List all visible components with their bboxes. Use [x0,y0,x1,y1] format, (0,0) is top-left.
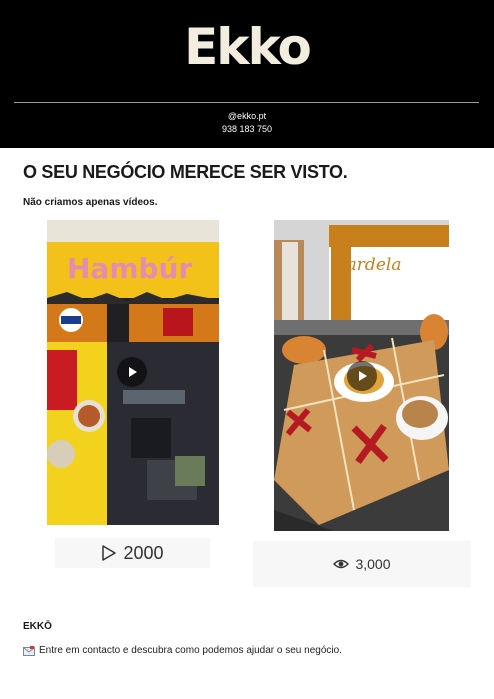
sign-text: Pardela [335,255,401,275]
brand-logo: Ekko [184,18,312,76]
video-stat-2: 3,000 [253,541,471,587]
page-subline: Não criamos apenas vídeos. [23,197,158,208]
play-icon [129,367,137,377]
footer-contact-text: Entre em contacto e descubra como podemo… [39,645,342,656]
view-count-2: 3,000 [355,556,391,572]
phone-number[interactable]: 938 183 750 [0,124,494,134]
video-stat-1: 2000 [55,538,210,568]
social-handle[interactable]: @ekko.pt [0,111,494,121]
footer-brand: EKKŌ [23,621,52,632]
view-count-1: 2000 [123,542,164,563]
header-banner: Ekko @ekko.pt 938 183 750 [0,0,494,148]
page-headline: O SEU NEGÓCIO MERECE SER VISTO. [23,162,348,182]
play-button-1[interactable] [117,357,147,387]
envelope-icon [23,645,35,656]
sign-text: Hambúr [67,252,192,285]
play-button-2[interactable] [347,361,377,391]
footer-contact: Entre em contacto e descubra como podemo… [23,645,342,656]
play-outline-icon [102,545,117,561]
play-icon [359,371,367,381]
header-divider [14,102,479,103]
eye-icon [333,559,350,569]
